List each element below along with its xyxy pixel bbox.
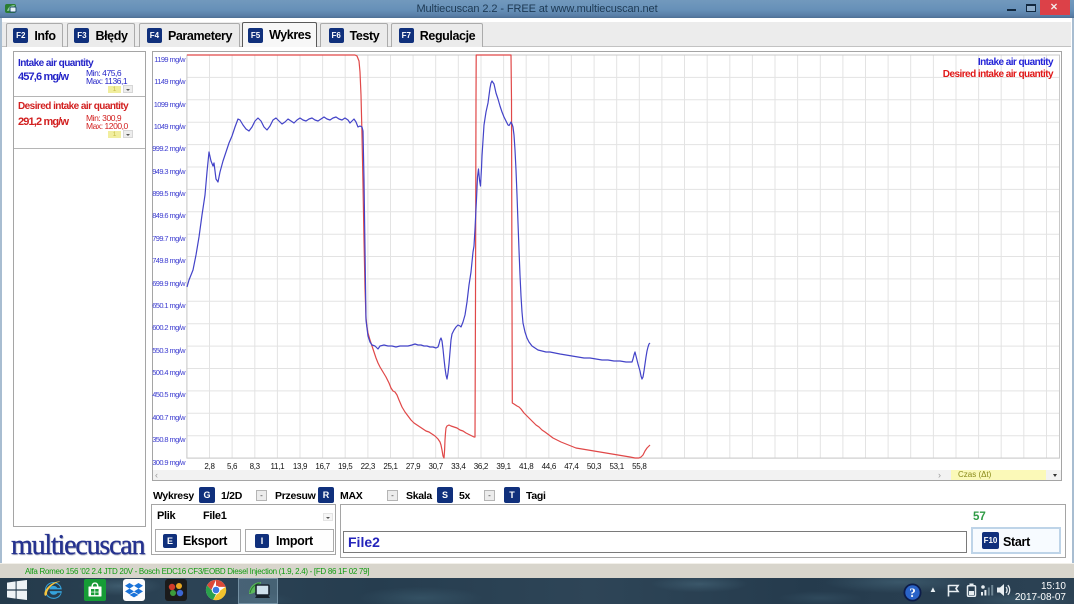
svg-text:?: ? [909,585,916,600]
